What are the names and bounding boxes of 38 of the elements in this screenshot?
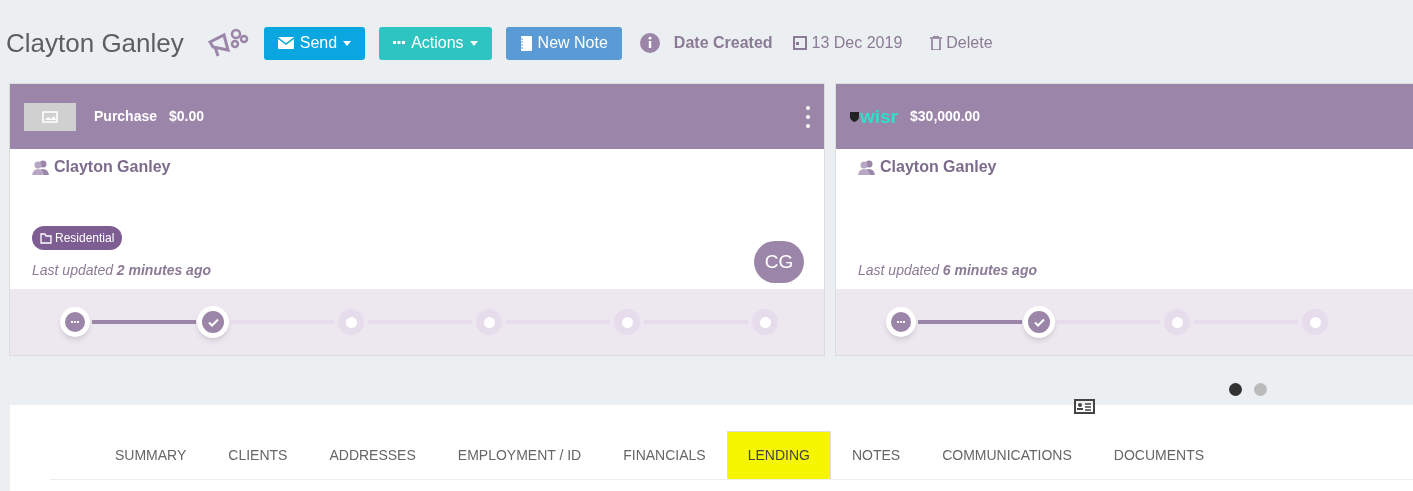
calendar-icon [792,36,807,50]
tab[interactable]: SUMMARY [94,431,208,479]
loan-amount: $0.00 [169,107,205,126]
client-name[interactable]: Clayton Ganley [54,155,171,179]
id-card-icon[interactable] [1074,399,1095,414]
tab[interactable]: EMPLOYMENT / ID [436,431,603,479]
loan-purpose: Purchase [94,107,158,126]
delete-button[interactable]: Delete [930,31,993,55]
tab[interactable]: FINANCIALS [602,431,727,479]
page-title: Clayton Ganley [6,26,184,60]
image-placeholder-icon [24,102,76,131]
tab[interactable]: CLIENTS [207,431,309,479]
client-name[interactable]: Clayton Ganley [880,155,997,179]
tab[interactable]: NOTES [830,431,922,479]
users-icon [858,159,876,175]
shield-icon [850,111,859,122]
tab[interactable]: COMMUNICATIONS [921,431,1093,479]
last-updated: Last updated 6 minutes ago [858,261,1037,280]
folder-icon [40,232,52,244]
ellipsis-icon [393,41,406,45]
date-created: 13 Dec 2019 [811,33,903,53]
category-tag: Residential [32,226,123,250]
check-icon [207,317,219,327]
last-updated: Last updated 2 minutes ago [32,261,211,280]
users-icon [32,159,50,175]
tab[interactable]: ADDRESSES [308,431,437,479]
tab[interactable]: LENDING [726,431,831,479]
lender-logo: wisr [860,107,899,126]
user-avatar: CG [754,241,804,283]
envelope-icon [277,37,294,49]
notebook-icon [519,35,532,51]
info-icon[interactable] [639,33,660,53]
check-icon [1033,317,1045,327]
loan-amount: $30,000.00 [910,107,981,126]
tab[interactable]: DOCUMENTS [1092,431,1226,479]
more-icon[interactable] [806,105,810,128]
trash-icon [930,36,943,50]
date-label: Date Created [673,33,773,53]
